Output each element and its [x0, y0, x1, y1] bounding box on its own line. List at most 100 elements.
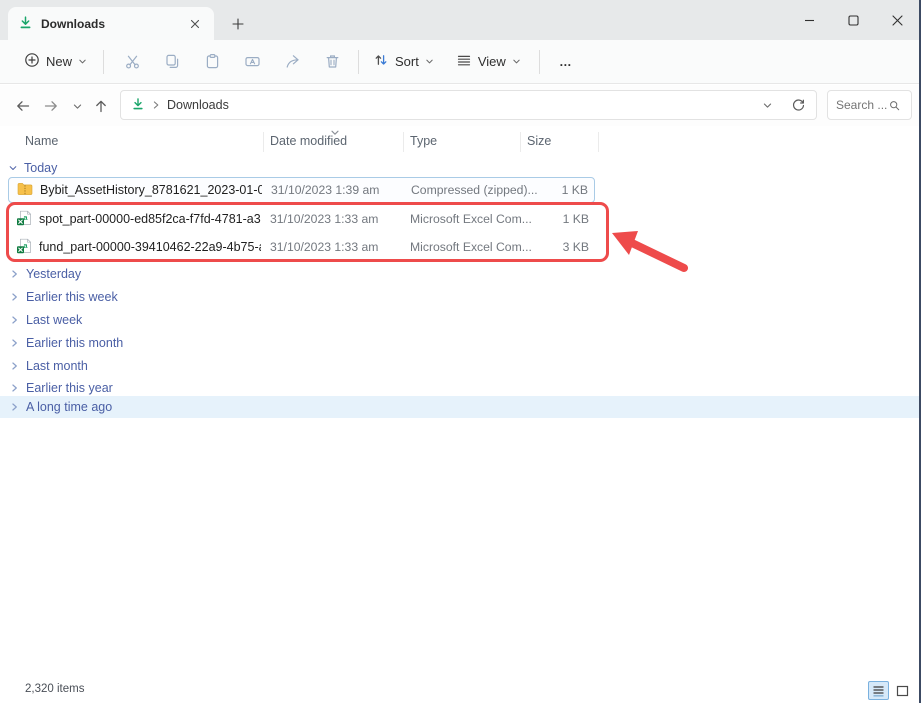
column-divider[interactable]: [598, 132, 599, 152]
navigation-bar: Downloads: [0, 85, 921, 126]
copy-icon: [164, 53, 181, 70]
sort-icon: [373, 52, 389, 71]
refresh-icon: [791, 98, 806, 113]
refresh-button[interactable]: [786, 93, 810, 117]
tab-close-icon[interactable]: [186, 15, 204, 33]
status-bar: 2,320 items: [0, 679, 919, 703]
group-header-last-week[interactable]: Last week: [0, 309, 919, 331]
group-header-today[interactable]: Today: [8, 158, 57, 178]
share-button[interactable]: [272, 46, 312, 78]
column-header-date-modified[interactable]: Date modified: [270, 134, 347, 148]
search-icon: [888, 99, 901, 112]
download-icon: [18, 15, 33, 33]
cut-icon: [124, 53, 141, 70]
recent-locations-icon: [72, 101, 83, 112]
group-header-earlier-this-month[interactable]: Earlier this month: [0, 332, 919, 354]
file-date: 31/10/2023 1:33 am: [270, 206, 378, 232]
paste-button[interactable]: [192, 46, 232, 78]
excel-csv-icon: a: [16, 210, 32, 229]
breadcrumb-location[interactable]: Downloads: [167, 98, 229, 112]
view-toggles: [868, 681, 913, 700]
view-button-label: View: [478, 54, 506, 69]
details-view-icon: [872, 685, 885, 697]
recent-locations-button[interactable]: [64, 93, 90, 119]
view-button[interactable]: View: [448, 46, 529, 77]
close-icon[interactable]: [875, 0, 919, 40]
rename-button[interactable]: [232, 46, 272, 78]
back-button[interactable]: [10, 93, 36, 119]
back-icon: [15, 98, 31, 114]
group-header-earlier-this-week[interactable]: Earlier this week: [0, 286, 919, 308]
address-dropdown-button[interactable]: [755, 93, 779, 117]
group-header-last-month[interactable]: Last month: [0, 355, 919, 377]
file-row-bybit-zip[interactable]: Bybit_AssetHistory_8781621_2023-01-01_20…: [8, 177, 595, 203]
explorer-tab[interactable]: Downloads: [8, 7, 214, 40]
sort-button[interactable]: Sort: [365, 46, 442, 77]
file-size: 1 KB: [524, 178, 588, 202]
up-button[interactable]: [88, 93, 114, 119]
file-type: Microsoft Excel Com...: [410, 234, 532, 260]
file-name: fund_part-00000-39410462-22a9-4b75-afb1-…: [39, 240, 261, 254]
minimize-icon[interactable]: [787, 0, 831, 40]
cut-button[interactable]: [112, 46, 152, 78]
search-box[interactable]: [827, 90, 912, 120]
column-header-name[interactable]: Name: [25, 134, 58, 148]
group-label: Earlier this week: [26, 290, 118, 304]
excel-csv-icon: a: [16, 238, 32, 257]
chevron-right-icon: [152, 100, 160, 110]
chevron-right-icon: [10, 402, 19, 412]
file-date: 31/10/2023 1:39 am: [271, 178, 379, 202]
group-header-a-long-time-ago[interactable]: A long time ago: [0, 396, 919, 418]
sort-button-label: Sort: [395, 54, 419, 69]
address-bar[interactable]: Downloads: [120, 90, 817, 120]
chevron-right-icon: [10, 383, 19, 393]
file-size: 3 KB: [525, 234, 589, 260]
view-icon: [456, 52, 472, 71]
forward-icon: [43, 98, 59, 114]
file-row-spot-csv[interactable]: a spot_part-00000-ed85f2ca-f7fd-4781-a3e…: [8, 206, 595, 232]
file-name-cell: Bybit_AssetHistory_8781621_2023-01-01_20…: [17, 178, 262, 202]
chevron-right-icon: [10, 269, 19, 279]
column-headers: Name Date modified Type Size: [0, 132, 919, 152]
column-divider[interactable]: [263, 132, 264, 152]
group-label: Last month: [26, 359, 88, 373]
delete-button[interactable]: [312, 46, 352, 78]
group-header-yesterday[interactable]: Yesterday: [0, 263, 919, 285]
new-tab-button[interactable]: [226, 12, 250, 36]
chevron-right-icon: [10, 292, 19, 302]
large-icons-view-toggle[interactable]: [892, 681, 913, 700]
column-divider[interactable]: [520, 132, 521, 152]
window-controls: [787, 0, 919, 40]
items-count: 2,320 items: [25, 683, 84, 695]
divider: [103, 50, 104, 74]
details-view-toggle[interactable]: [868, 681, 889, 700]
forward-button[interactable]: [38, 93, 64, 119]
new-button[interactable]: New: [16, 46, 95, 77]
column-divider[interactable]: [403, 132, 404, 152]
copy-button[interactable]: [152, 46, 192, 78]
file-size: 1 KB: [525, 206, 589, 232]
column-header-size[interactable]: Size: [527, 134, 551, 148]
new-circle-plus-icon: [24, 52, 40, 71]
maximize-icon[interactable]: [831, 0, 875, 40]
file-row-fund-csv[interactable]: a fund_part-00000-39410462-22a9-4b75-afb…: [8, 234, 595, 260]
file-name-cell: a spot_part-00000-ed85f2ca-f7fd-4781-a3e…: [16, 206, 261, 232]
chevron-right-icon: [10, 315, 19, 325]
command-bar: New Sort View …: [0, 40, 921, 84]
divider: [358, 50, 359, 74]
titlebar: Downloads: [0, 0, 921, 40]
file-type: Microsoft Excel Com...: [410, 206, 532, 232]
more-icon: …: [559, 55, 573, 69]
search-input[interactable]: [836, 98, 888, 112]
group-label: Earlier this month: [26, 336, 123, 350]
see-more-button[interactable]: …: [546, 46, 586, 78]
divider: [539, 50, 540, 74]
chevron-down-icon: [8, 163, 18, 173]
new-button-label: New: [46, 54, 72, 69]
group-label: Today: [24, 161, 57, 175]
chevron-right-icon: [10, 338, 19, 348]
chevron-right-icon: [10, 361, 19, 371]
rename-icon: [244, 53, 261, 70]
column-header-type[interactable]: Type: [410, 134, 437, 148]
up-icon: [93, 98, 109, 114]
